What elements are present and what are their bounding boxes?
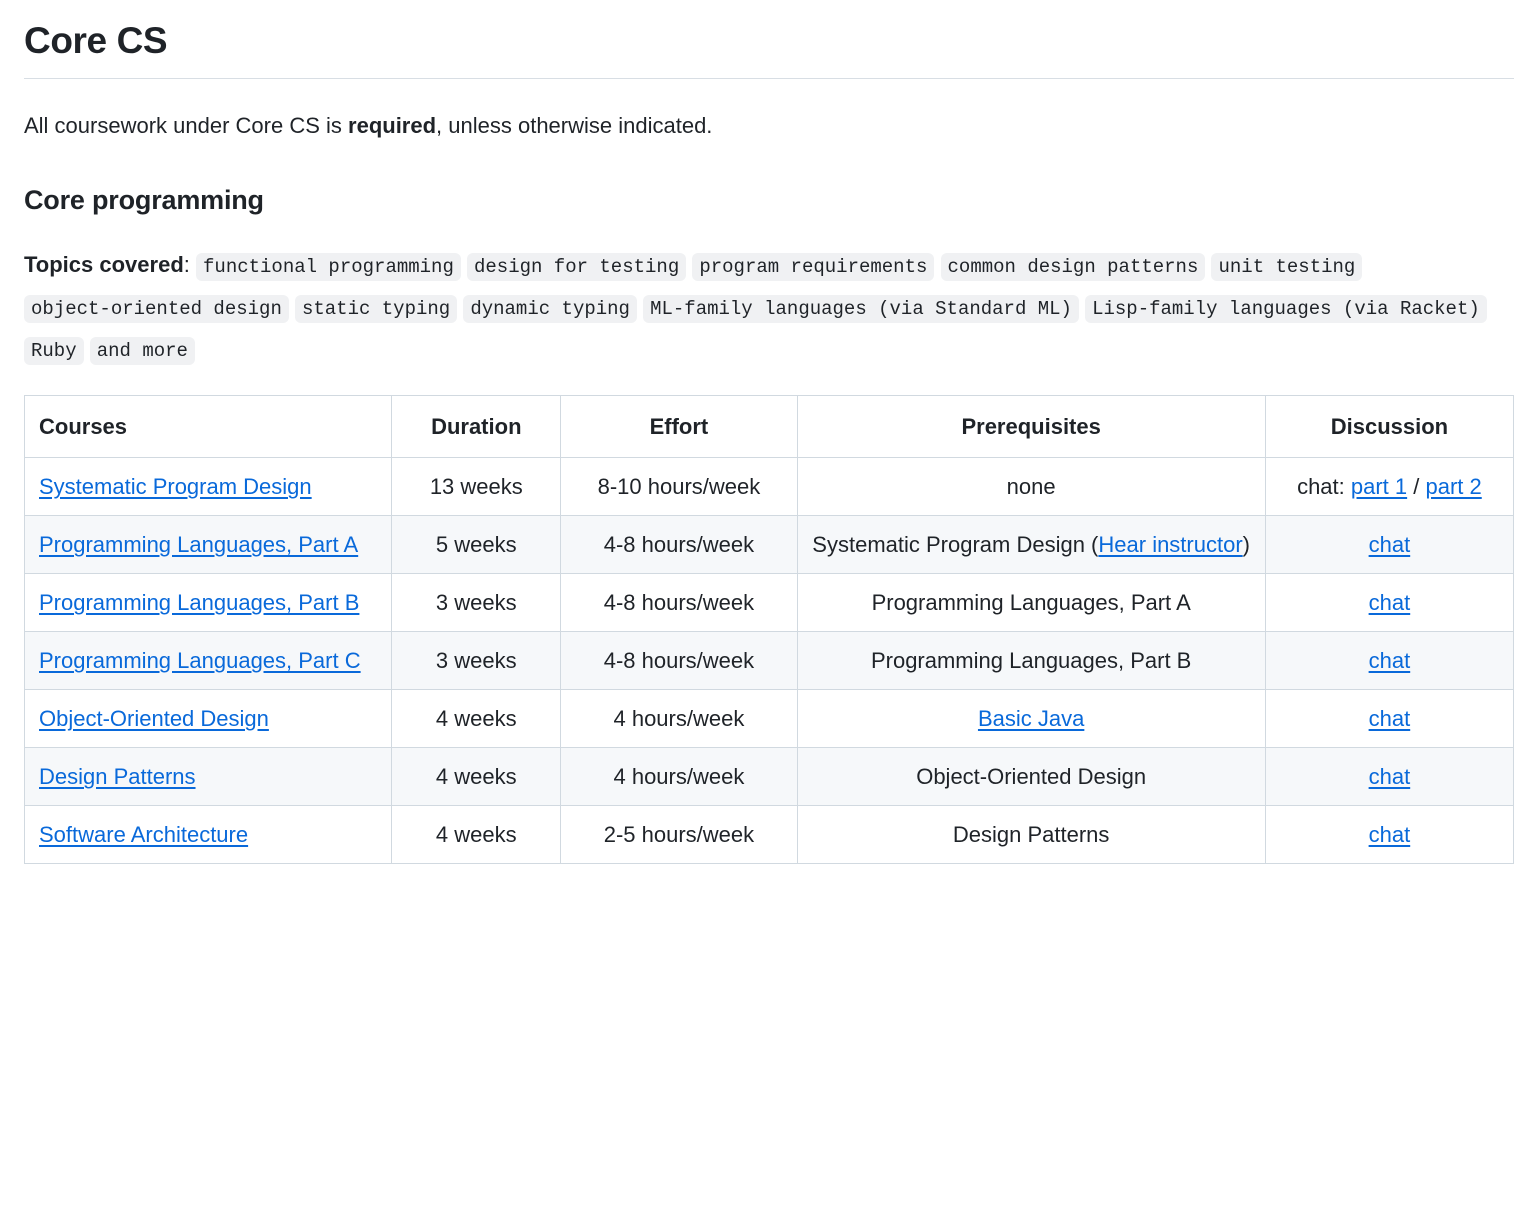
column-header-courses: Courses	[23, 395, 393, 459]
topic-tag: functional programming	[196, 253, 461, 281]
column-header-discussion: Discussion	[1264, 395, 1515, 459]
section-title-core-programming: Core programming	[24, 185, 264, 216]
topic-tag: Ruby	[24, 336, 84, 365]
topic-tag: Lisp-family languages (via Racket)	[1085, 294, 1487, 323]
cell-prerequisites: Basic Java	[796, 689, 1266, 749]
cell-duration: 3 weeks	[391, 631, 562, 691]
course-link[interactable]: Programming Languages, Part B	[39, 590, 359, 615]
topic-tag: static typing	[294, 294, 458, 323]
discussion-chat-link[interactable]: chat	[1369, 706, 1411, 731]
table-row: Programming Languages, Part A 5 weeks 4-8 …	[23, 515, 1515, 575]
cell-course: Programming Languages, Part B	[23, 573, 393, 633]
column-header-prerequisites: Prerequisites	[796, 395, 1266, 459]
topic-tag: dynamic typing	[463, 294, 637, 323]
cell-discussion: chat	[1264, 631, 1515, 691]
cell-effort: 2-5 hours/week	[560, 805, 798, 865]
cell-effort: 4-8 hours/week	[560, 573, 798, 633]
topics-covered-label: Topics covered	[24, 252, 184, 277]
cell-course: Object-Oriented Design	[23, 689, 393, 749]
cell-prerequisites: Object-Oriented Design	[796, 747, 1266, 807]
topic-tag: and more	[89, 336, 195, 365]
cell-duration: 4 weeks	[391, 689, 562, 749]
cell-course: Design Patterns	[23, 747, 393, 807]
course-link[interactable]: Programming Languages, Part C	[39, 648, 361, 673]
prereq-text-after: )	[1242, 532, 1250, 558]
table-row: Design Patterns 4 weeks 4 hours/week Object…	[23, 747, 1515, 807]
cell-prerequisites: Design Patterns	[796, 805, 1266, 865]
course-link[interactable]: Software Architecture	[39, 822, 248, 847]
table-body: Systematic Program Design 13 weeks 8-10 ho…	[23, 457, 1515, 865]
discussion-chat-link[interactable]: chat	[1369, 764, 1411, 789]
prerequisite-link[interactable]: Hear instructor	[1098, 532, 1242, 557]
course-link[interactable]: Programming Languages, Part A	[39, 532, 358, 557]
discussion-chat-link[interactable]: chat	[1369, 532, 1411, 557]
table-row: Systematic Program Design 13 weeks 8-10 ho…	[23, 457, 1515, 517]
cell-discussion: chat	[1264, 515, 1515, 575]
table-header-row: Courses Duration Effort Prerequisites Di…	[23, 395, 1515, 459]
cell-discussion: chat	[1264, 573, 1515, 633]
cell-prerequisites: Programming Languages, Part B	[796, 631, 1266, 691]
column-header-duration: Duration	[391, 395, 562, 459]
page-content: Core CS All coursework under Core CS is …	[0, 18, 1538, 865]
cell-duration: 13 weeks	[391, 457, 562, 517]
topics-covered: Topics covered: functional programming d…	[24, 244, 1514, 369]
cell-prerequisites: none	[796, 457, 1266, 517]
table-row: Software Architecture 4 weeks 2-5 hours/we…	[23, 805, 1515, 865]
cell-effort: 4 hours/week	[560, 747, 798, 807]
topics-covered-separator: :	[183, 252, 190, 277]
topic-tag: common design patterns	[940, 253, 1206, 281]
cell-discussion: chat: part 1 / part 2	[1264, 457, 1515, 517]
table-header: Courses Duration Effort Prerequisites Di…	[23, 395, 1515, 459]
prereq-text-before: Systematic Program Design (	[812, 532, 1099, 558]
discussion-chat-link-2[interactable]: part 2	[1425, 474, 1481, 499]
cell-discussion: chat	[1264, 689, 1515, 749]
intro-text-after: , unless otherwise indicated.	[436, 113, 713, 139]
cell-duration: 3 weeks	[391, 573, 562, 633]
course-link[interactable]: Systematic Program Design	[39, 474, 312, 499]
table-row: Programming Languages, Part B 3 weeks 4-8 …	[23, 573, 1515, 633]
cell-course: Programming Languages, Part A	[23, 515, 393, 575]
table-row: Object-Oriented Design 4 weeks 4 hours/wee…	[23, 689, 1515, 749]
intro-paragraph: All coursework under Core CS is required…	[24, 109, 1514, 142]
prerequisite-link[interactable]: Basic Java	[978, 706, 1084, 731]
page-title: Core CS	[24, 18, 1514, 80]
topic-tag: program requirements	[692, 253, 935, 281]
discussion-chat-link[interactable]: chat	[1369, 822, 1411, 847]
discussion-separator: /	[1407, 474, 1426, 500]
cell-effort: 4 hours/week	[560, 689, 798, 749]
cell-discussion: chat	[1264, 747, 1515, 807]
column-header-effort: Effort	[560, 395, 798, 459]
topic-tag: unit testing	[1211, 253, 1363, 281]
discussion-chat-link[interactable]: part 1	[1351, 474, 1407, 499]
topic-tag: design for testing	[466, 253, 687, 281]
cell-prerequisites: Programming Languages, Part A	[796, 573, 1266, 633]
intro-required-emphasis: required	[348, 113, 437, 139]
discussion-chat-link[interactable]: chat	[1369, 648, 1411, 673]
cell-duration: 4 weeks	[391, 805, 562, 865]
cell-discussion: chat	[1264, 805, 1515, 865]
topics-tag-list: functional programming design for testin…	[24, 252, 1487, 365]
cell-duration: 5 weeks	[391, 515, 562, 575]
cell-course: Systematic Program Design	[23, 457, 393, 517]
cell-course: Programming Languages, Part C	[23, 631, 393, 691]
table-row: Programming Languages, Part C 3 weeks 4-8 …	[23, 631, 1515, 691]
topic-tag: ML-family languages (via Standard ML)	[643, 294, 1079, 323]
cell-effort: 8-10 hours/week	[560, 457, 798, 517]
cell-effort: 4-8 hours/week	[560, 515, 798, 575]
cell-duration: 4 weeks	[391, 747, 562, 807]
discussion-prefix: chat:	[1297, 474, 1351, 500]
discussion-chat-link[interactable]: chat	[1369, 590, 1411, 615]
intro-text-before: All coursework under Core CS is	[24, 113, 349, 139]
course-link[interactable]: Object-Oriented Design	[39, 706, 269, 731]
cell-prerequisites: Systematic Program Design (Hear instruct…	[796, 515, 1266, 575]
course-link[interactable]: Design Patterns	[39, 764, 196, 789]
topic-tag: object-oriented design	[24, 294, 289, 323]
cell-course: Software Architecture	[23, 805, 393, 865]
cell-effort: 4-8 hours/week	[560, 631, 798, 691]
courses-table: Courses Duration Effort Prerequisites Di…	[23, 395, 1515, 865]
